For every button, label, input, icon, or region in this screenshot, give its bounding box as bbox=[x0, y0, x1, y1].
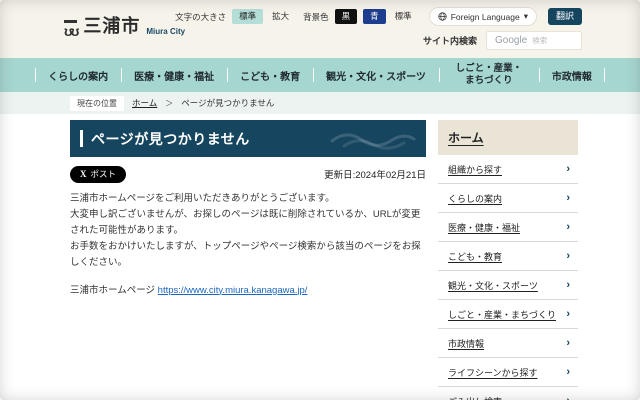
meta-row: X ポスト 更新日:2024年02月21日 bbox=[70, 166, 426, 183]
chevron-right-icon: › bbox=[566, 162, 570, 175]
paragraph-3: お手数をおかけいたしますが、トップページやページ検索から該当のページをお探しくだ… bbox=[70, 241, 421, 269]
sidebar-item-label: こども・教育 bbox=[448, 251, 503, 262]
global-nav: くらしの案内 医療・健康・福祉 こども・教育 観光・文化・スポーツ しごと・産業… bbox=[0, 58, 640, 92]
bg-color-label: 背景色 bbox=[303, 11, 329, 22]
page-title-banner: ページが見つかりません bbox=[70, 120, 426, 157]
search-input[interactable]: Google 検索 bbox=[486, 31, 582, 50]
chevron-right-icon: › bbox=[566, 336, 570, 349]
sidebar-home-link[interactable]: ホーム bbox=[448, 129, 484, 146]
content-area: ページが見つかりません X ポスト 更新日:2024年02月21日 三浦市ホーム… bbox=[0, 114, 640, 400]
sidebar-item-label: 医療・健康・福祉 bbox=[448, 222, 521, 233]
chevron-right-icon: › bbox=[566, 365, 570, 378]
globe-icon bbox=[438, 12, 447, 21]
page-title: ページが見つかりません bbox=[91, 130, 250, 147]
bg-blue-button[interactable]: 青 bbox=[363, 9, 386, 24]
paragraph-2: 大変申し訳ございませんが、お探しのページは既に削除されているか、URLが変更され… bbox=[70, 208, 421, 237]
site-logo[interactable]: ʊʊ 三浦市 Miura City bbox=[64, 12, 185, 38]
homepage-link[interactable]: https://www.city.miura.kanagawa.jp/ bbox=[158, 285, 308, 296]
homepage-label: 三浦市ホームページ bbox=[70, 284, 156, 296]
x-post-label: ポスト bbox=[90, 169, 117, 180]
sidebar-item-gomi[interactable]: ごみ出し検索 › bbox=[438, 387, 578, 400]
bg-black-button[interactable]: 黒 bbox=[334, 9, 358, 24]
chevron-right-icon: › bbox=[566, 220, 570, 233]
sidebar-item-label: しごと・産業・まちづくり bbox=[448, 309, 557, 320]
breadcrumb-location-label: 現在の位置 bbox=[70, 95, 124, 111]
nav-item-shisei[interactable]: 市政情報 bbox=[538, 58, 605, 92]
font-size-standard-button[interactable]: 標準 bbox=[232, 9, 264, 24]
nav-item-kanko[interactable]: 観光・文化・スポーツ bbox=[313, 58, 439, 92]
breadcrumb-separator: ＞ bbox=[165, 98, 174, 108]
sidebar-item-shigoto[interactable]: しごと・産業・まちづくり › bbox=[438, 300, 578, 329]
nav-item-shigoto[interactable]: しごと・産業・まちづくり bbox=[438, 58, 539, 92]
bg-standard-button[interactable]: 標準 bbox=[392, 9, 415, 24]
updated-date: 更新日:2024年02月21日 bbox=[324, 170, 426, 182]
wave-decoration-icon bbox=[330, 133, 416, 150]
sidebar-item-label: くらしの案内 bbox=[448, 193, 503, 204]
paragraph-1: 三浦市ホームページをご利用いただきありがとうございます。 bbox=[70, 192, 335, 204]
chevron-right-icon: › bbox=[566, 249, 570, 262]
sidebar-item-label: 組織から探す bbox=[448, 164, 503, 175]
search-placeholder: 検索 bbox=[532, 36, 548, 45]
miura-crest-icon: ʊʊ bbox=[64, 20, 79, 38]
chevron-right-icon: › bbox=[566, 307, 570, 320]
body-text: 三浦市ホームページをご利用いただきありがとうございます。 大変申し訳ございません… bbox=[70, 191, 426, 272]
foreign-language-dropdown[interactable]: Foreign Language ▾ bbox=[428, 7, 537, 26]
sidebar-item-label: ごみ出し検索 bbox=[448, 395, 502, 400]
font-size-large-button[interactable]: 拡大 bbox=[269, 9, 292, 24]
title-accent-bar bbox=[80, 130, 83, 147]
sidebar-item-soshiki[interactable]: 組織から探す › bbox=[438, 155, 578, 184]
site-search: サイト内検索 Google 検索 bbox=[423, 31, 582, 50]
sidebar-item-label: 観光・文化・スポーツ bbox=[448, 280, 538, 291]
translate-button[interactable]: 翻訳 bbox=[547, 8, 582, 25]
chevron-down-icon: ▾ bbox=[523, 11, 528, 21]
breadcrumb-current: ページが見つかりません bbox=[181, 98, 275, 108]
sidebar-item-kanko[interactable]: 観光・文化・スポーツ › bbox=[438, 271, 578, 300]
google-brand: Google bbox=[495, 35, 528, 46]
sidebar: ホーム 組織から探す › くらしの案内 › 医療・健康・福祉 › こども・教育 … bbox=[438, 120, 578, 400]
site-title: 三浦市 bbox=[83, 16, 141, 36]
sidebar-item-shisei[interactable]: 市政情報 › bbox=[438, 329, 578, 358]
chevron-right-icon: › bbox=[566, 278, 570, 291]
miura-city-page: ʊʊ 三浦市 Miura City 文字の大きさ 標準 拡大 背景色 黒 青 標… bbox=[0, 0, 640, 400]
site-subtitle: Miura City bbox=[146, 27, 186, 36]
breadcrumb-home-link[interactable]: ホーム bbox=[132, 97, 157, 109]
homepage-link-row: 三浦市ホームページ https://www.city.miura.kanagaw… bbox=[70, 282, 426, 296]
breadcrumb: 現在の位置 ホーム ＞ ページが見つかりません bbox=[0, 92, 640, 114]
site-search-label: サイト内検索 bbox=[422, 36, 477, 46]
sidebar-list: 組織から探す › くらしの案内 › 医療・健康・福祉 › こども・教育 › 観光… bbox=[438, 155, 578, 400]
sidebar-item-kodomo[interactable]: こども・教育 › bbox=[438, 242, 578, 271]
font-size-label: 文字の大きさ bbox=[175, 11, 227, 22]
sidebar-item-kurashi[interactable]: くらしの案内 › bbox=[438, 184, 578, 213]
chevron-right-icon: › bbox=[566, 395, 570, 400]
site-header: ʊʊ 三浦市 Miura City 文字の大きさ 標準 拡大 背景色 黒 青 標… bbox=[0, 0, 640, 58]
accessibility-controls: 文字の大きさ 標準 拡大 背景色 黒 青 標準 Foreign Language… bbox=[175, 7, 582, 26]
main-column: ページが見つかりません X ポスト 更新日:2024年02月21日 三浦市ホーム… bbox=[70, 120, 426, 400]
sidebar-item-iryo[interactable]: 医療・健康・福祉 › bbox=[438, 213, 578, 242]
foreign-language-label: Foreign Language bbox=[450, 11, 520, 22]
x-post-button[interactable]: X ポスト bbox=[70, 166, 127, 183]
chevron-right-icon: › bbox=[566, 191, 570, 204]
nav-item-kodomo[interactable]: こども・教育 bbox=[227, 58, 313, 92]
sidebar-item-label: ライフシーンから探す bbox=[448, 367, 538, 378]
nav-item-iryo[interactable]: 医療・健康・福祉 bbox=[121, 58, 227, 92]
nav-item-kurashi[interactable]: くらしの案内 bbox=[35, 58, 121, 92]
sidebar-item-lifescene[interactable]: ライフシーンから探す › bbox=[438, 358, 578, 387]
x-logo-icon: X bbox=[80, 169, 87, 179]
sidebar-header: ホーム bbox=[438, 120, 578, 155]
sidebar-item-label: 市政情報 bbox=[448, 338, 485, 349]
